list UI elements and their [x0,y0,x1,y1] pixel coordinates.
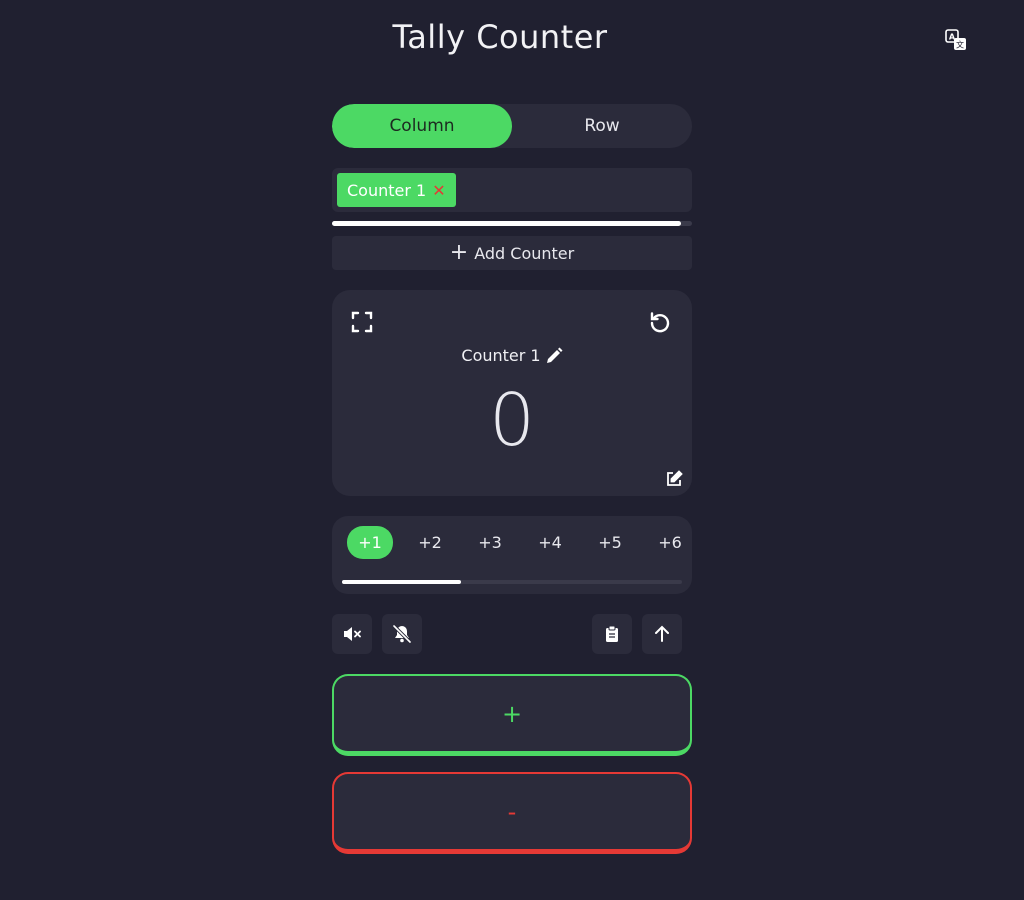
mute-button[interactable] [332,614,372,654]
clipboard-icon [606,625,618,642]
edit-value-button[interactable] [664,469,684,489]
step-option-1[interactable]: +1 [347,526,393,559]
page-title: Tally Counter [392,18,608,56]
decrement-button[interactable]: - [332,772,692,854]
counter-name-label: Counter 1 [461,346,541,365]
reset-button[interactable] [647,309,673,335]
step-option-6[interactable]: +6 [647,526,692,559]
tabs-scrollbar[interactable] [332,221,692,226]
step-selector: +1 +2 +3 +4 +5 +6 [332,516,692,594]
reset-icon [650,312,670,333]
add-counter-button[interactable]: + Add Counter [332,236,692,270]
step-option-2[interactable]: +2 [407,526,453,559]
language-button[interactable]: A 文 [944,28,968,52]
tab-close-icon[interactable]: ✕ [432,181,445,200]
increment-label: + [501,699,523,728]
add-counter-label: Add Counter [474,243,575,263]
step-scrollbar[interactable] [342,580,682,584]
step-option-3[interactable]: +3 [467,526,513,559]
scroll-top-button[interactable] [642,614,682,654]
step-option-5[interactable]: +5 [587,526,633,559]
fullscreen-button[interactable] [350,310,374,334]
step-scrollbar-thumb[interactable] [342,580,461,584]
plus-icon: + [449,240,469,265]
increment-button[interactable]: + [332,674,692,756]
layout-toggle: Column Row [332,104,692,148]
toggle-column[interactable]: Column [332,104,512,148]
mute-icon [344,627,361,641]
bell-off-icon [392,624,412,644]
edit-value-icon [667,470,683,486]
translate-icon: A 文 [945,29,966,50]
svg-text:文: 文 [956,40,964,50]
decrement-label: - [507,797,517,826]
tabs-scrollbar-thumb[interactable] [332,221,682,226]
copy-button[interactable] [592,614,632,654]
tab-counter-1[interactable]: Counter 1 ✕ [337,173,456,207]
pencil-icon[interactable] [545,347,563,365]
arrow-up-icon [655,625,669,642]
counter-tabs: Counter 1 ✕ [332,168,692,212]
counter-value: 0 [489,378,535,462]
fullscreen-icon [351,311,373,333]
counter-name: Counter 1 [332,346,692,365]
toggle-row[interactable]: Row [512,104,692,148]
counter-card: Counter 1 0 [332,290,692,496]
tab-label: Counter 1 [347,180,427,200]
step-option-4[interactable]: +4 [527,526,573,559]
notifications-off-button[interactable] [382,614,422,654]
